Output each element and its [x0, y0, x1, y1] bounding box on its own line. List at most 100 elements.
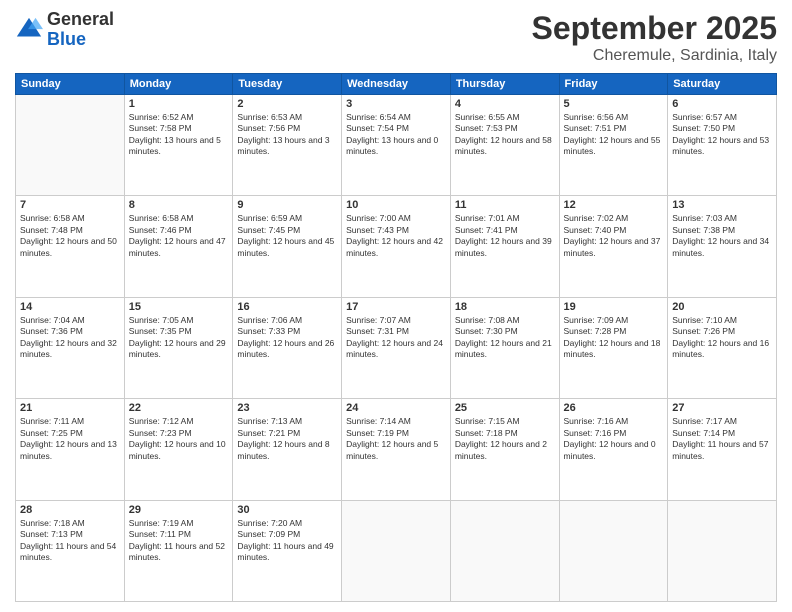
calendar-cell: 20 Sunrise: 7:10 AMSunset: 7:26 PMDayligh… [668, 297, 777, 398]
day-number: 2 [237, 98, 337, 110]
day-info: Sunrise: 7:17 AMSunset: 7:14 PMDaylight:… [672, 416, 772, 462]
day-number: 4 [455, 98, 555, 110]
calendar-cell: 9 Sunrise: 6:59 AMSunset: 7:45 PMDaylight… [233, 196, 342, 297]
day-info: Sunrise: 7:10 AMSunset: 7:26 PMDaylight:… [672, 315, 772, 361]
day-number: 24 [346, 402, 446, 414]
day-info: Sunrise: 6:56 AMSunset: 7:51 PMDaylight:… [564, 112, 664, 158]
day-number: 29 [129, 504, 229, 516]
day-info: Sunrise: 6:58 AMSunset: 7:46 PMDaylight:… [129, 213, 229, 259]
calendar-cell: 22 Sunrise: 7:12 AMSunset: 7:23 PMDayligh… [124, 399, 233, 500]
calendar-cell: 27 Sunrise: 7:17 AMSunset: 7:14 PMDayligh… [668, 399, 777, 500]
calendar-cell: 8 Sunrise: 6:58 AMSunset: 7:46 PMDaylight… [124, 196, 233, 297]
calendar-cell: 6Sunrise: 6:57 AMSunset: 7:50 PMDaylight… [668, 95, 777, 196]
location: Cheremule, Sardinia, Italy [532, 47, 777, 65]
day-number: 1 [129, 98, 229, 110]
day-info: Sunrise: 7:09 AMSunset: 7:28 PMDaylight:… [564, 315, 664, 361]
day-info: Sunrise: 6:55 AMSunset: 7:53 PMDaylight:… [455, 112, 555, 158]
day-info: Sunrise: 7:13 AMSunset: 7:21 PMDaylight:… [237, 416, 337, 462]
day-number: 17 [346, 301, 446, 313]
day-number: 28 [20, 504, 120, 516]
weekday-header-tuesday: Tuesday [233, 74, 342, 95]
calendar-cell [668, 500, 777, 601]
day-info: Sunrise: 7:20 AMSunset: 7:09 PMDaylight:… [237, 518, 337, 564]
calendar-cell: 19 Sunrise: 7:09 AMSunset: 7:28 PMDayligh… [559, 297, 668, 398]
day-number: 10 [346, 199, 446, 211]
calendar-week-row: 21 Sunrise: 7:11 AMSunset: 7:25 PMDayligh… [16, 399, 777, 500]
day-info: Sunrise: 7:02 AMSunset: 7:40 PMDaylight:… [564, 213, 664, 259]
day-number: 22 [129, 402, 229, 414]
day-number: 23 [237, 402, 337, 414]
weekday-header-friday: Friday [559, 74, 668, 95]
day-number: 8 [129, 199, 229, 211]
header: General Blue September 2025 Cheremule, S… [15, 10, 777, 65]
logo: General Blue [15, 10, 114, 50]
day-number: 15 [129, 301, 229, 313]
day-number: 30 [237, 504, 337, 516]
day-number: 9 [237, 199, 337, 211]
day-number: 11 [455, 199, 555, 211]
page: General Blue September 2025 Cheremule, S… [0, 0, 792, 612]
day-info: Sunrise: 7:05 AMSunset: 7:35 PMDaylight:… [129, 315, 229, 361]
calendar-cell [342, 500, 451, 601]
calendar-cell: 26 Sunrise: 7:16 AMSunset: 7:16 PMDayligh… [559, 399, 668, 500]
day-number: 19 [564, 301, 664, 313]
calendar-cell: 21 Sunrise: 7:11 AMSunset: 7:25 PMDayligh… [16, 399, 125, 500]
day-number: 27 [672, 402, 772, 414]
calendar-header-row: SundayMondayTuesdayWednesdayThursdayFrid… [16, 74, 777, 95]
weekday-header-monday: Monday [124, 74, 233, 95]
calendar-cell: 25 Sunrise: 7:15 AMSunset: 7:18 PMDayligh… [450, 399, 559, 500]
calendar-cell: 28Sunrise: 7:18 AMSunset: 7:13 PMDayligh… [16, 500, 125, 601]
day-info: Sunrise: 7:15 AMSunset: 7:18 PMDaylight:… [455, 416, 555, 462]
calendar-cell: 29 Sunrise: 7:19 AMSunset: 7:11 PMDayligh… [124, 500, 233, 601]
calendar-cell: 14 Sunrise: 7:04 AMSunset: 7:36 PMDayligh… [16, 297, 125, 398]
logo-general-text: General [47, 9, 114, 29]
day-number: 25 [455, 402, 555, 414]
logo-icon [15, 16, 43, 44]
calendar-week-row: 28Sunrise: 7:18 AMSunset: 7:13 PMDayligh… [16, 500, 777, 601]
calendar-cell: 3 Sunrise: 6:54 AMSunset: 7:54 PMDaylight… [342, 95, 451, 196]
day-number: 26 [564, 402, 664, 414]
calendar-cell: 24Sunrise: 7:14 AMSunset: 7:19 PMDayligh… [342, 399, 451, 500]
weekday-header-thursday: Thursday [450, 74, 559, 95]
day-info: Sunrise: 6:54 AMSunset: 7:54 PMDaylight:… [346, 112, 446, 158]
day-number: 7 [20, 199, 120, 211]
day-info: Sunrise: 7:04 AMSunset: 7:36 PMDaylight:… [20, 315, 120, 361]
day-info: Sunrise: 7:16 AMSunset: 7:16 PMDaylight:… [564, 416, 664, 462]
day-info: Sunrise: 7:11 AMSunset: 7:25 PMDaylight:… [20, 416, 120, 462]
calendar-cell: 7 Sunrise: 6:58 AMSunset: 7:48 PMDaylight… [16, 196, 125, 297]
day-info: Sunrise: 7:01 AMSunset: 7:41 PMDaylight:… [455, 213, 555, 259]
day-number: 6 [672, 98, 772, 110]
calendar-cell: 5 Sunrise: 6:56 AMSunset: 7:51 PMDaylight… [559, 95, 668, 196]
weekday-header-wednesday: Wednesday [342, 74, 451, 95]
day-info: Sunrise: 7:19 AMSunset: 7:11 PMDaylight:… [129, 518, 229, 564]
day-number: 16 [237, 301, 337, 313]
day-number: 5 [564, 98, 664, 110]
day-number: 14 [20, 301, 120, 313]
day-info: Sunrise: 7:12 AMSunset: 7:23 PMDaylight:… [129, 416, 229, 462]
calendar-cell: 1 Sunrise: 6:52 AMSunset: 7:58 PMDaylight… [124, 95, 233, 196]
day-number: 21 [20, 402, 120, 414]
calendar-week-row: 7 Sunrise: 6:58 AMSunset: 7:48 PMDaylight… [16, 196, 777, 297]
logo-blue-text: Blue [47, 29, 86, 49]
day-number: 12 [564, 199, 664, 211]
calendar-cell: 15 Sunrise: 7:05 AMSunset: 7:35 PMDayligh… [124, 297, 233, 398]
day-info: Sunrise: 7:07 AMSunset: 7:31 PMDaylight:… [346, 315, 446, 361]
calendar-cell: 30 Sunrise: 7:20 AMSunset: 7:09 PMDayligh… [233, 500, 342, 601]
day-number: 13 [672, 199, 772, 211]
day-info: Sunrise: 6:52 AMSunset: 7:58 PMDaylight:… [129, 112, 229, 158]
weekday-header-saturday: Saturday [668, 74, 777, 95]
calendar-week-row: 14 Sunrise: 7:04 AMSunset: 7:36 PMDayligh… [16, 297, 777, 398]
day-number: 3 [346, 98, 446, 110]
day-info: Sunrise: 6:58 AMSunset: 7:48 PMDaylight:… [20, 213, 120, 259]
calendar-cell [450, 500, 559, 601]
calendar-cell: 13Sunrise: 7:03 AMSunset: 7:38 PMDayligh… [668, 196, 777, 297]
day-info: Sunrise: 6:53 AMSunset: 7:56 PMDaylight:… [237, 112, 337, 158]
title-section: September 2025 Cheremule, Sardinia, Ital… [532, 10, 777, 65]
calendar-week-row: 1 Sunrise: 6:52 AMSunset: 7:58 PMDaylight… [16, 95, 777, 196]
calendar-cell [16, 95, 125, 196]
day-info: Sunrise: 7:06 AMSunset: 7:33 PMDaylight:… [237, 315, 337, 361]
day-info: Sunrise: 6:59 AMSunset: 7:45 PMDaylight:… [237, 213, 337, 259]
calendar-table: SundayMondayTuesdayWednesdayThursdayFrid… [15, 73, 777, 602]
day-info: Sunrise: 7:08 AMSunset: 7:30 PMDaylight:… [455, 315, 555, 361]
day-number: 20 [672, 301, 772, 313]
